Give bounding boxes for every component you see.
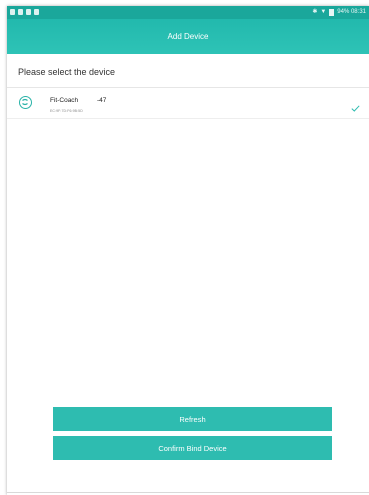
notification-icons: [10, 9, 39, 15]
notification-icon: [18, 9, 23, 15]
status-time: 94% 08:31: [337, 9, 366, 15]
page-title: Add Device: [167, 32, 209, 41]
device-name: Fit-Coach: [50, 97, 79, 104]
notification-icon: [34, 9, 39, 15]
wifi-icon: ▼: [320, 9, 327, 15]
confirm-bind-device-button[interactable]: Confirm Bind Device: [53, 436, 332, 460]
device-signal-strength: -47: [97, 97, 107, 104]
status-indicators: ✱ ▼ 94% 08:31: [312, 7, 366, 18]
device-mac-address: EC:9F:7D:F6:9B:5D: [50, 109, 83, 113]
notification-icon: [10, 9, 15, 15]
app-frame: ✱ ▼ 94% 08:31 Add Device Please select t…: [7, 6, 369, 495]
header-bar: Add Device: [7, 19, 369, 54]
device-icon: [19, 96, 32, 109]
refresh-button[interactable]: Refresh: [53, 407, 332, 431]
check-icon: [351, 99, 360, 117]
notification-icon: [26, 9, 31, 15]
divider: [7, 118, 369, 119]
battery-icon: [329, 9, 335, 16]
status-bar: ✱ ▼ 94% 08:31: [7, 6, 369, 19]
device-list-item[interactable]: Fit-Coach -47 EC:9F:7D:F6:9B:5D: [7, 88, 369, 118]
divider: [7, 492, 369, 493]
bluetooth-icon: ✱: [312, 9, 318, 15]
select-device-prompt: Please select the device: [18, 67, 116, 77]
